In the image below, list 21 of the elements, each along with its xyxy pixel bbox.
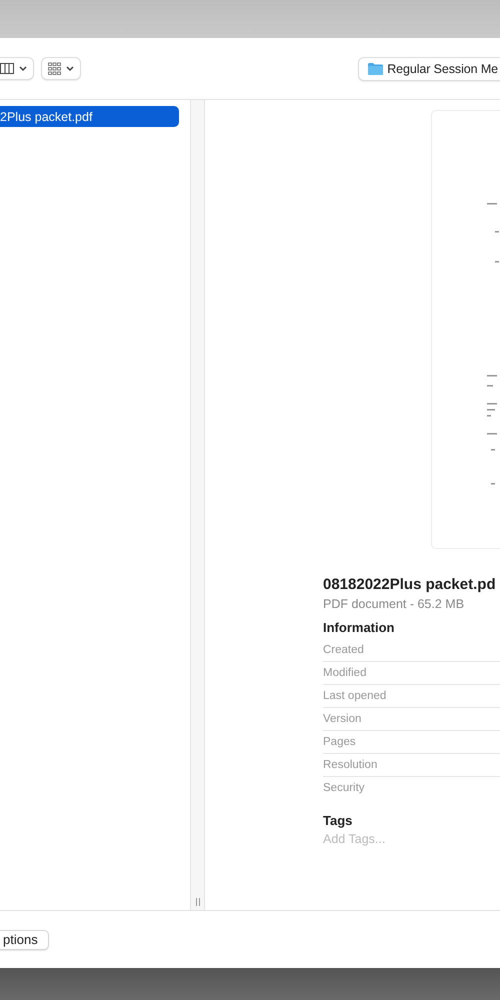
file-kind-size: PDF document - 65.2 MB — [323, 597, 466, 611]
location-popup[interactable]: Regular Session Me — [358, 56, 500, 80]
columns-view-icon — [0, 63, 14, 74]
section-heading: Tags — [323, 813, 354, 828]
info-label: Modified — [323, 662, 500, 685]
info-label: Created — [323, 639, 500, 662]
resize-handle-icon[interactable] — [196, 898, 200, 906]
info-label: Version — [323, 708, 500, 731]
file-name: 08182022Plus packet.pd — [323, 576, 497, 593]
options-button[interactable]: ptions — [0, 930, 49, 950]
info-label: Resolution — [323, 754, 500, 777]
chevron-down-icon — [66, 66, 74, 72]
file-row[interactable]: 2Plus packet.pdf — [0, 106, 179, 127]
info-label: Pages — [323, 731, 500, 754]
grid-view-icon — [48, 62, 61, 75]
info-label: Security — [323, 781, 366, 796]
info-label: Last opened — [323, 685, 500, 708]
view-button[interactable] — [0, 57, 34, 80]
chevron-down-icon — [19, 66, 27, 72]
section-heading: Information — [323, 620, 396, 635]
folder-icon — [367, 62, 384, 76]
